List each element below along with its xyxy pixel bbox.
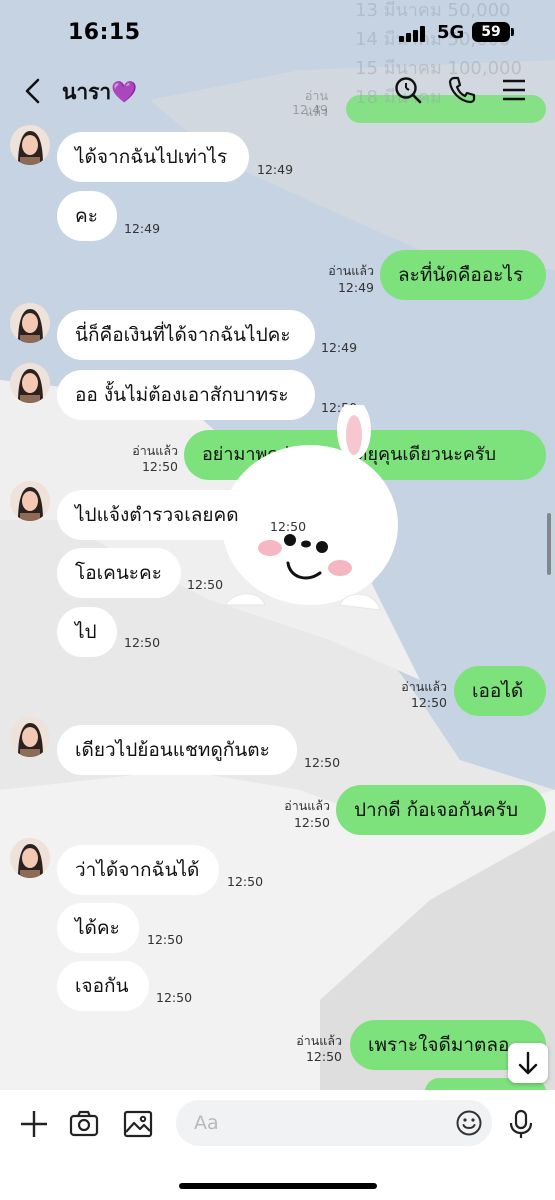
hamburger-menu-icon[interactable] [498,74,530,106]
contact-name[interactable]: นารา💜 [62,76,137,109]
message-bubble[interactable]: ไป [57,607,117,657]
message-bubble[interactable]: ละที่นัดคืออะไร [380,250,546,300]
avatar[interactable] [10,838,50,878]
message-bubble[interactable]: ได้จากฉันไปเท่าไร [57,132,249,182]
message-time: 12:50 [293,815,330,830]
message-time: 12:49 [321,340,358,355]
chat-header: นารา💜 [0,66,555,116]
message-time: 12:50 [410,695,447,710]
read-receipt: อ่านแล้ว [296,1033,342,1048]
avatar[interactable] [10,717,50,757]
read-receipt: อ่านแล้ว [328,263,374,278]
avatar[interactable] [10,303,50,343]
avatar[interactable] [10,481,50,521]
read-receipt: อ่านแล้ว [284,798,330,813]
message-bubble[interactable]: คะ [57,191,117,241]
phone-icon[interactable] [446,74,478,106]
signal-icon [399,26,429,42]
battery-icon: 59 [472,22,510,42]
message-time: 12:49 [257,162,294,177]
avatar[interactable] [10,363,50,403]
home-indicator [179,1183,377,1189]
message-time: 12:49 [124,221,161,236]
message-bubble[interactable]: เดียวไปย้อนแชทดูกันตะ [57,725,297,775]
battery-tip [511,28,514,36]
message-bubble[interactable]: เออได้ [454,666,546,716]
message-input-wrapper [176,1100,492,1146]
message-time: 12:50 [156,990,193,1005]
network-type: 5G [437,22,465,43]
message-time: 12:50 [124,635,161,650]
clock: 16:15 [68,20,141,45]
scrollbar[interactable] [547,513,551,575]
message-time: 12:50 [147,932,184,947]
search-icon[interactable] [392,74,424,106]
scroll-down-icon[interactable] [508,1043,548,1083]
message-time: 12:50 [227,874,264,889]
message-bubble[interactable]: ได้คะ [57,903,139,953]
camera-icon[interactable] [68,1108,100,1140]
message-bubble[interactable]: นี่ก็คือเงินที่ได้จากฉันไปคะ [57,310,315,360]
image-icon[interactable] [122,1108,154,1140]
message-time: 12:50 [304,755,341,770]
status-bar: 16:15 5G 59 [0,0,555,66]
message-time: 12:50 [141,459,178,474]
chevron-left-icon[interactable] [20,76,48,106]
message-time: 12:49 [337,280,374,295]
avatar[interactable] [10,125,50,165]
message-bubble[interactable]: ปากดี ก้อเจอกันครับ [336,785,546,835]
message-bubble[interactable]: ไปแจ้งตำรวจเลยคด [57,490,267,540]
message-time: 12:50 [187,577,224,592]
emoji-icon[interactable] [455,1109,483,1137]
message-input[interactable] [194,1100,434,1146]
microphone-icon[interactable] [505,1108,537,1140]
read-receipt: อ่านแล้ว [401,679,447,694]
message-time: 12:50 [270,519,307,534]
read-receipt: อ่านแล้ว [132,443,178,458]
message-bubble[interactable]: โอเคนะคะ [57,548,181,598]
plus-icon[interactable] [18,1108,50,1140]
message-bubble[interactable]: เจอกัน [57,961,149,1011]
message-time: 12:50 [305,1049,342,1064]
message-bubble[interactable]: ว่าได้จากฉันได้ [57,845,219,895]
